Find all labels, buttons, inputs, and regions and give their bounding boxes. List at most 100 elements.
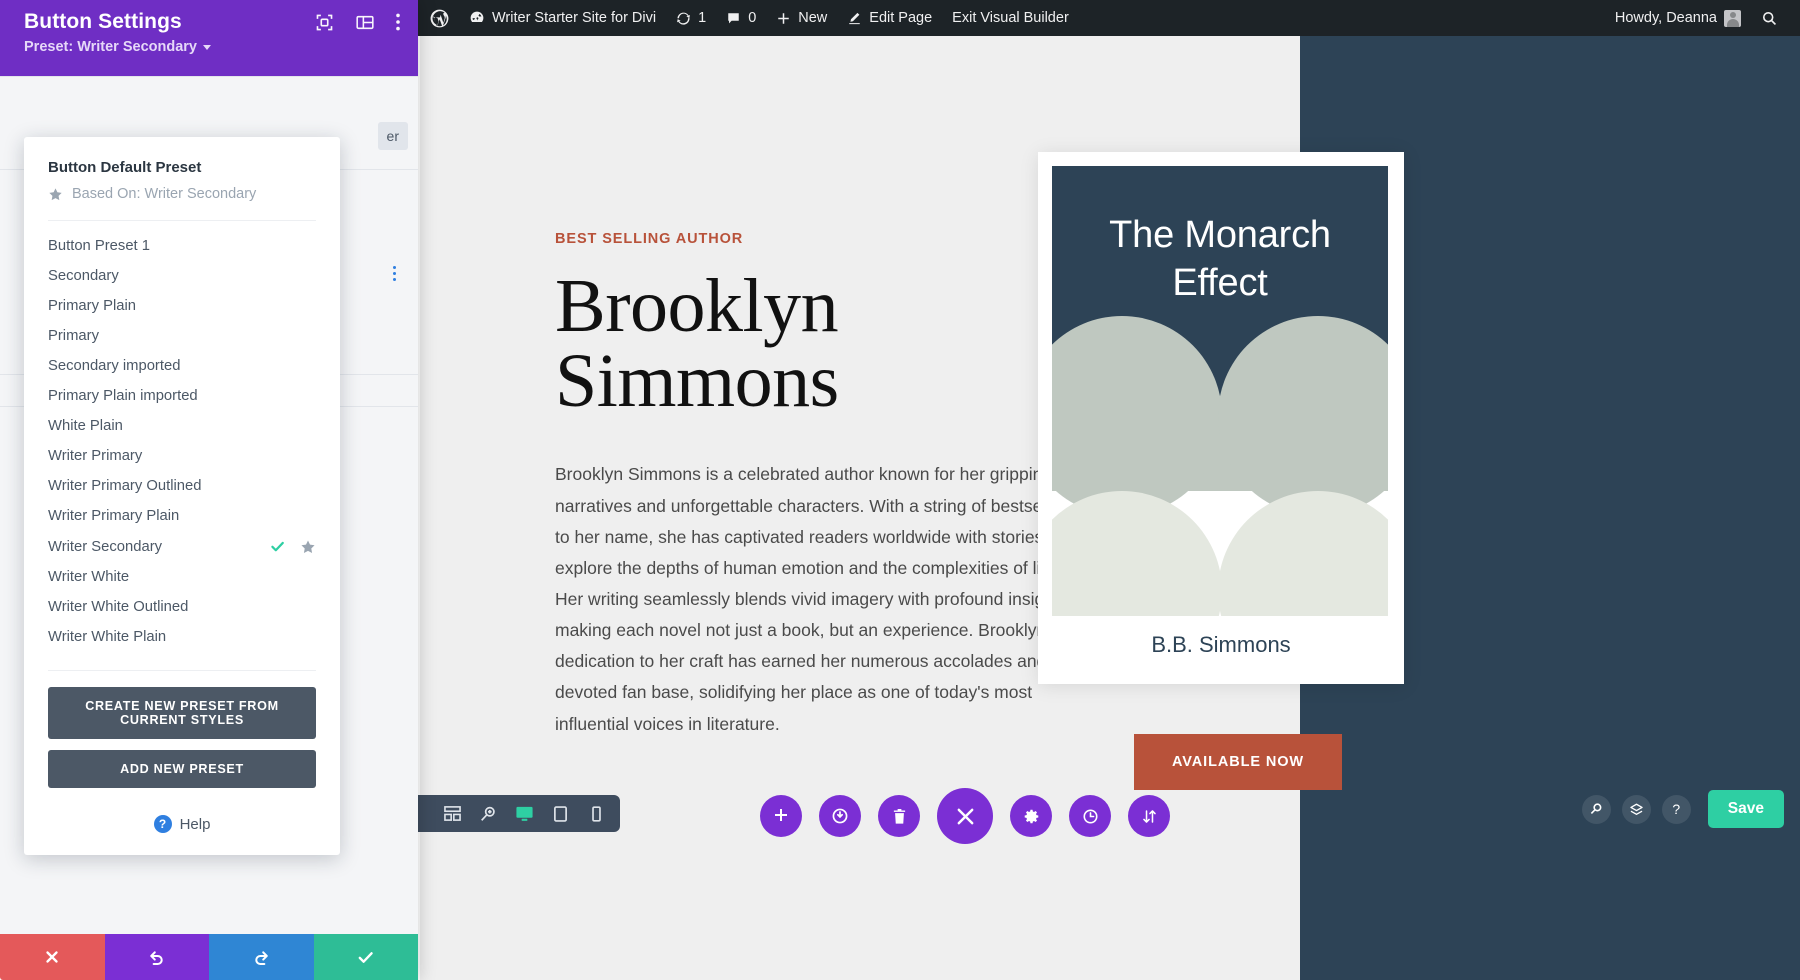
hero-title-line-2: Simmons [555, 339, 839, 424]
preset-dropdown: Button Default Preset Based On: Writer S… [24, 137, 340, 855]
search-icon [1761, 10, 1778, 27]
preset-item-label: Writer White Outlined [48, 599, 189, 615]
comments-icon [726, 11, 741, 26]
save-button[interactable]: Save [1707, 790, 1784, 828]
book-title: The Monarch Effect [1052, 212, 1388, 308]
plus-icon [776, 11, 791, 26]
vertical-dots-icon[interactable] [396, 13, 400, 31]
available-now-button[interactable]: AVAILABLE NOW [1134, 734, 1342, 790]
preset-item[interactable]: Writer Primary Plain [24, 501, 340, 531]
phone-icon[interactable] [578, 795, 614, 832]
modal-tab-partial[interactable]: er [377, 122, 408, 150]
page-title: Brooklyn Simmons [555, 268, 1115, 424]
star-icon[interactable] [300, 539, 316, 555]
undo-button[interactable] [104, 934, 209, 980]
chevron-down-icon [203, 44, 211, 50]
preset-item[interactable]: Button Preset 1 [24, 231, 340, 261]
add-new-preset-button[interactable]: ADD NEW PRESET [48, 750, 316, 788]
edit-page-menu[interactable]: Edit Page [837, 0, 942, 36]
preset-item-label: Writer Primary Plain [48, 508, 180, 524]
updates-icon [676, 11, 691, 26]
search-icon[interactable] [1581, 794, 1611, 824]
modal-footer [0, 934, 418, 980]
preset-item-label: Primary Plain imported [48, 388, 198, 404]
create-new-preset-button[interactable]: CREATE NEW PRESET FROM CURRENT STYLES [48, 687, 316, 739]
preset-item-label: Primary Plain [48, 298, 136, 314]
exit-visual-builder-label: Exit Visual Builder [952, 10, 1069, 26]
help-icon: ? [153, 815, 172, 833]
comments-menu[interactable]: 0 [716, 0, 766, 36]
new-content-menu[interactable]: New [766, 0, 837, 36]
modal-title: Button Settings [24, 10, 182, 33]
book-cover-petal-bottom-right [1218, 491, 1388, 616]
book-cover-card: The Monarch Effect B.B. Simmons [1038, 152, 1404, 684]
preset-item-label: Secondary [48, 268, 119, 284]
howdy-menu[interactable]: Howdy, Deanna [1605, 0, 1751, 36]
close-icon[interactable] [937, 788, 993, 844]
preset-item[interactable]: White Plain [24, 411, 340, 441]
row-options-icon[interactable] [393, 266, 396, 281]
desktop-icon[interactable] [506, 795, 542, 832]
gear-icon[interactable] [1010, 795, 1052, 837]
preset-item-label: Secondary imported [48, 358, 181, 374]
hero-body-text: Brooklyn Simmons is a celebrated author … [555, 464, 1078, 734]
star-icon [48, 187, 63, 202]
preset-item[interactable]: Secondary [24, 261, 340, 291]
redo-button[interactable] [209, 934, 314, 980]
preset-item[interactable]: Primary Plain [24, 291, 340, 321]
preset-item[interactable]: Primary [24, 321, 340, 351]
preset-selector[interactable]: Preset: Writer Secondary [24, 39, 211, 55]
layers-icon[interactable] [1621, 794, 1651, 824]
preset-item-label: Button Preset 1 [48, 238, 150, 254]
preset-item[interactable]: Writer White Outlined [24, 592, 340, 622]
updates-menu[interactable]: 1 [666, 0, 716, 36]
preset-item-label: Writer Primary Outlined [48, 478, 202, 494]
howdy-label: Howdy, Deanna [1614, 10, 1717, 26]
edit-page-label: Edit Page [869, 10, 933, 26]
preset-item[interactable]: Writer Primary Outlined [24, 471, 340, 501]
preset-item[interactable]: Writer Primary [24, 441, 340, 471]
check-icon [269, 538, 286, 555]
preset-list: Button Preset 1 Secondary Primary Plain … [24, 221, 340, 660]
add-icon[interactable] [760, 795, 802, 837]
preset-item[interactable]: Secondary imported [24, 351, 340, 381]
hero-text-block: BEST SELLING AUTHOR Brooklyn Simmons Bro… [555, 231, 1115, 740]
avatar [1724, 9, 1741, 27]
trash-icon[interactable] [878, 795, 920, 837]
help-link[interactable]: ? Help [24, 805, 340, 855]
preset-based-on-label: Based On: Writer Secondary [72, 186, 257, 202]
preset-item[interactable]: Primary Plain imported [24, 381, 340, 411]
site-name-menu[interactable]: Writer Starter Site for Divi [459, 0, 666, 36]
modal-header: Button Settings Preset: Writer Secondary [0, 0, 418, 76]
layout-columns-icon[interactable] [355, 13, 375, 32]
cancel-button[interactable] [0, 934, 105, 980]
focus-target-icon[interactable] [315, 13, 334, 32]
portability-icon[interactable] [1128, 795, 1170, 837]
wireframe-icon[interactable] [434, 795, 470, 832]
pencil-icon [847, 11, 862, 26]
book-cover-petal-bottom-left [1052, 491, 1222, 616]
wordpress-logo-icon [430, 9, 449, 28]
wordpress-logo-menu[interactable] [420, 0, 459, 36]
button-settings-modal: Button Settings Preset: Writer Secondary… [0, 0, 418, 980]
site-name-label: Writer Starter Site for Divi [492, 10, 657, 26]
preset-item-selected[interactable]: Writer Secondary [24, 531, 340, 562]
responsive-view-toolbar[interactable] [392, 795, 620, 832]
preset-item-label: Writer Secondary [48, 538, 163, 555]
admin-search-button[interactable] [1751, 0, 1788, 36]
power-icon[interactable] [819, 795, 861, 837]
preset-item[interactable]: Writer White Plain [24, 622, 340, 652]
zoom-icon[interactable] [470, 795, 506, 832]
help-icon[interactable]: ? [1661, 794, 1691, 824]
tablet-icon[interactable] [542, 795, 578, 832]
preset-item-label: Writer White [48, 569, 130, 585]
builder-right-toolbar[interactable]: ? Save [1581, 790, 1784, 828]
builder-main-toolbar[interactable] [760, 788, 1170, 844]
save-button[interactable] [313, 934, 418, 980]
preset-default-section[interactable]: Button Default Preset Based On: Writer S… [24, 137, 340, 210]
preset-item-label: Writer Primary [48, 448, 143, 464]
preset-item[interactable]: Writer White [24, 562, 340, 592]
history-clock-icon[interactable] [1069, 795, 1111, 837]
dashboard-icon [469, 10, 485, 26]
exit-visual-builder-menu[interactable]: Exit Visual Builder [942, 0, 1079, 36]
